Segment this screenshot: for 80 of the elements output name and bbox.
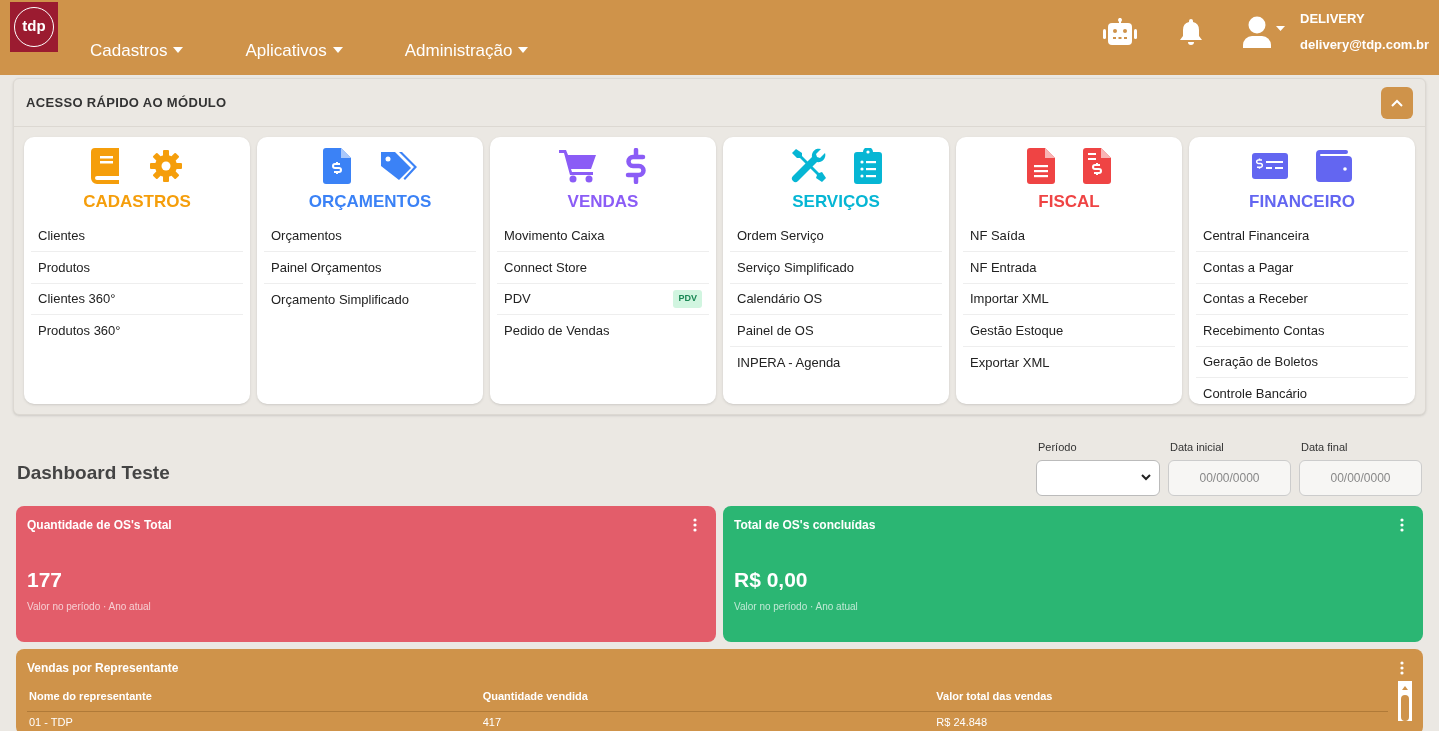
module-link[interactable]: Contas a Receber — [1203, 289, 1308, 309]
invoice-dollar-icon — [1083, 148, 1111, 184]
card-title: Quantidade de OS's Total — [27, 516, 172, 534]
money-check-icon — [1252, 153, 1288, 179]
stat-value: R$ 0,00 — [734, 566, 809, 593]
wallet-icon — [1316, 150, 1352, 182]
chevron-down-icon — [1141, 474, 1151, 481]
module-link[interactable]: Painel de OS — [737, 320, 814, 340]
more-options-icon[interactable] — [1400, 517, 1404, 532]
module-link[interactable]: Recebimento Contas — [1203, 320, 1325, 340]
scrollbar[interactable] — [1398, 680, 1412, 721]
table-cell: 01 - TDP — [27, 711, 481, 731]
module-title[interactable]: FISCAL — [963, 189, 1175, 215]
module-link[interactable]: PDV — [504, 289, 531, 309]
collapse-button[interactable] — [1381, 86, 1413, 119]
dollar-icon — [625, 148, 647, 184]
field-label: Data final — [1301, 440, 1349, 455]
module-title[interactable]: VENDAS — [497, 189, 709, 215]
more-options-icon[interactable] — [1400, 660, 1404, 675]
gear-icon — [149, 149, 183, 183]
module-link[interactable]: Exportar XML — [970, 352, 1050, 372]
module-link[interactable]: Painel Orçamentos — [271, 257, 382, 277]
module-link[interactable]: Produtos 360° — [38, 321, 121, 341]
module-link[interactable]: Central Financeira — [1203, 226, 1310, 246]
date-field[interactable]: 00/00/0000 — [1299, 459, 1422, 496]
more-options-icon[interactable] — [693, 517, 697, 532]
module-link[interactable]: Serviço Simplificado — [737, 257, 855, 277]
stat-value: 177 — [27, 566, 64, 593]
column-header: Valor total das vendas — [934, 680, 1388, 712]
date-field[interactable]: 00/00/0000 — [1168, 459, 1291, 496]
card-title: Vendas por Representante — [27, 659, 179, 677]
chevron-up-icon — [1391, 98, 1403, 107]
module-link[interactable]: Geração de Boletos — [1203, 352, 1318, 372]
module-link[interactable]: NF Saída — [970, 226, 1025, 246]
cart-icon — [559, 149, 597, 183]
badge: PDV — [673, 290, 702, 308]
column-header: Nome do representante — [27, 680, 481, 712]
user-name: DELIVERY — [1300, 10, 1366, 28]
module-link[interactable]: INPERA - Agenda — [737, 352, 841, 372]
dashboard-title: Dashboard Teste — [17, 461, 170, 485]
column-header: Quantidade vendida — [480, 680, 935, 712]
module-link[interactable]: Importar XML — [970, 289, 1049, 309]
field-label: Data inicial — [1170, 440, 1225, 455]
robot-icon[interactable] — [1102, 17, 1138, 46]
user-icon[interactable] — [1242, 15, 1286, 48]
table-cell: R$ 24.848 — [934, 711, 1388, 731]
invoice-dollar-icon — [323, 148, 351, 184]
module-link[interactable]: Movimento Caixa — [504, 226, 605, 246]
module-link[interactable]: Connect Store — [504, 257, 588, 277]
module-link[interactable]: Contas a Pagar — [1203, 257, 1294, 277]
module-title[interactable]: ORÇAMENTOS — [264, 189, 476, 215]
module-link[interactable]: Produtos — [38, 257, 91, 277]
module-link[interactable]: Calendário OS — [737, 289, 823, 309]
caret-icon — [518, 47, 529, 54]
module-link[interactable]: Pedido de Vendas — [504, 321, 610, 341]
module-link[interactable]: Ordem Serviço — [737, 226, 824, 246]
module-link[interactable]: Clientes — [38, 226, 85, 246]
module-link[interactable]: Clientes 360° — [38, 289, 116, 309]
user-email: delivery@tdp.com.br — [1300, 35, 1429, 54]
caret-icon — [332, 47, 343, 54]
table-cell: 417 — [480, 711, 935, 731]
caret-icon — [173, 47, 184, 54]
panel-title: ACESSO RÁPIDO AO MÓDULO — [26, 93, 227, 112]
book-icon — [91, 148, 121, 184]
stat-caption: Valor no período · Ano atual — [734, 600, 859, 614]
bell-icon[interactable] — [1178, 16, 1204, 47]
module-link[interactable]: Gestão Estoque — [970, 320, 1064, 340]
module-link[interactable]: Controle Bancário — [1203, 384, 1308, 404]
card-title: Total de OS's concluídas — [734, 516, 876, 534]
module-title[interactable]: FINANCEIRO — [1196, 189, 1408, 215]
tags-icon — [379, 150, 417, 182]
tools-icon — [790, 148, 826, 184]
module-link[interactable]: Orçamentos — [271, 226, 342, 246]
period-select[interactable] — [1036, 459, 1160, 496]
document-icon — [1027, 148, 1055, 184]
clipboard-list-icon — [854, 148, 882, 184]
module-link[interactable]: NF Entrada — [970, 257, 1037, 277]
stat-caption: Valor no período · Ano atual — [27, 600, 152, 614]
module-link[interactable]: Orçamento Simplificado — [271, 289, 409, 309]
field-label: Período — [1038, 440, 1078, 455]
